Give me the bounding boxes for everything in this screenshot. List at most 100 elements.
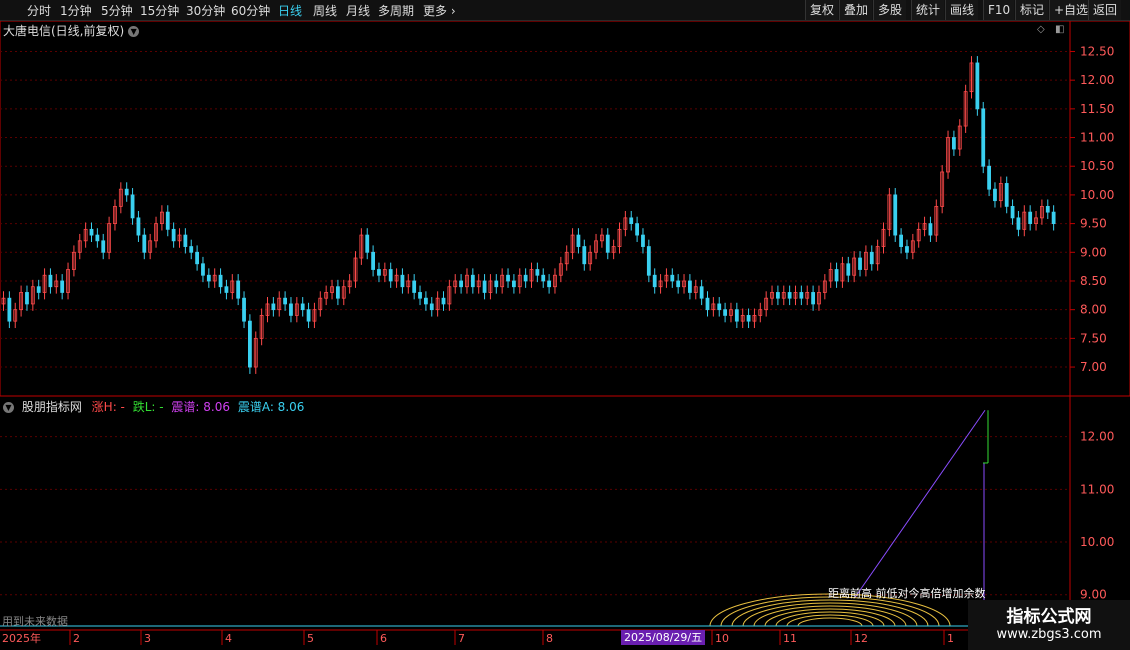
candle-body: [494, 280, 499, 288]
y-tick-label-7: 9.00: [1080, 245, 1107, 259]
candle-body: [335, 286, 340, 299]
watermark: 指标公式网 www.zbgs3.com: [968, 600, 1130, 650]
toolbar-button-0[interactable]: 复权: [805, 0, 839, 20]
x-axis: 2025年 2 3 4 5 6 7 8 10 11 12 1: [0, 625, 1130, 645]
x-month-label-3: 5: [307, 632, 314, 645]
candle-body: [975, 62, 980, 110]
y-tick-label-10: 7.50: [1080, 331, 1107, 345]
cursor-date-badge: 2025/08/29/五: [621, 630, 706, 645]
chevron-down-icon[interactable]: ▼: [128, 26, 140, 37]
chevron-down-icon[interactable]: ▼: [3, 402, 14, 413]
candle-body: [365, 234, 370, 253]
candle-body: [717, 303, 722, 311]
candle-body: [1051, 211, 1056, 225]
period-tab-9[interactable]: 多周期: [378, 2, 414, 19]
candle-body: [7, 297, 12, 322]
x-month-label-0: 2: [73, 632, 80, 645]
candle-body: [535, 269, 540, 276]
candle-body: [60, 280, 65, 293]
kline-chart[interactable]: 12.50 12.00 11.50 11.00 10.50 10.00 9.50 9.00 8.…: [0, 0, 1130, 650]
toolbar-button-6[interactable]: 标记: [1015, 0, 1049, 20]
x-year-label: 2025年: [2, 631, 41, 645]
candle-body: [441, 297, 446, 305]
candle-body: [101, 240, 106, 253]
indicator-grid: [0, 436, 1070, 596]
candle-body: [787, 292, 792, 299]
toolbar-button-2[interactable]: 多股: [873, 0, 907, 20]
candle-body: [605, 234, 610, 253]
period-tab-3[interactable]: 15分钟: [140, 2, 179, 19]
period-tab-5[interactable]: 60分钟: [231, 2, 270, 19]
candle-body: [582, 246, 587, 265]
candle-body: [142, 234, 147, 253]
candle-body: [289, 303, 293, 316]
candle-body: [429, 303, 434, 311]
period-tab-7[interactable]: 周线: [313, 2, 337, 19]
diamond-icon[interactable]: ◇: [1037, 24, 1045, 35]
candle-body: [165, 211, 170, 230]
indicator-zp-value: 震谱: 8.06: [171, 400, 230, 414]
candle-body: [734, 309, 739, 322]
candle-body: [646, 246, 651, 276]
y-tick-label-1: 12.00: [1080, 73, 1114, 87]
panel-toggle-icon[interactable]: ◧: [1055, 24, 1064, 35]
candle-body: [459, 280, 464, 288]
candle-body: [576, 234, 581, 247]
candle-body: [928, 223, 933, 236]
candle-body: [130, 194, 135, 219]
candle-body: [171, 228, 176, 242]
main-chart-title: 大唐电信(日线,前复权) ▼: [3, 22, 140, 39]
y-tick-label-2: 11.50: [1080, 102, 1114, 116]
period-tab-4[interactable]: 30分钟: [186, 2, 225, 19]
candle-body: [283, 297, 288, 305]
y-tick-label-8: 8.50: [1080, 274, 1107, 288]
candle-body: [189, 246, 194, 253]
candle-body: [905, 246, 909, 253]
indicator-y-axis: 12.0011.0010.009.00: [1080, 430, 1114, 602]
candle-body: [377, 269, 381, 276]
candlestick-series: [1, 56, 1056, 374]
arc-7: [786, 614, 874, 627]
candle-body: [124, 188, 129, 196]
candle-body: [670, 274, 675, 282]
period-tab-2[interactable]: 5分钟: [101, 2, 133, 19]
candle-body: [1004, 183, 1009, 207]
arc-6: [775, 611, 885, 627]
candle-body: [746, 315, 751, 322]
candle-body: [699, 286, 704, 299]
period-tab-1[interactable]: 1分钟: [60, 2, 92, 19]
period-tab-8[interactable]: 月线: [346, 2, 370, 19]
candle-body: [236, 280, 241, 299]
y-tick-label-3: 11.00: [1080, 131, 1114, 145]
y-tick-label-0: 12.50: [1080, 44, 1114, 58]
toolbar-button-4[interactable]: 画线: [945, 0, 979, 20]
toolbar-button-8[interactable]: 返回: [1088, 0, 1122, 20]
candle-body: [470, 274, 475, 288]
candle-body: [36, 286, 41, 293]
candle-body: [206, 274, 211, 282]
toolbar-button-3[interactable]: 统计: [911, 0, 945, 20]
candle-body: [1045, 205, 1050, 213]
toolbar-button-5[interactable]: F10: [983, 0, 1015, 20]
toolbar-button-1[interactable]: 叠加: [839, 0, 873, 20]
candle-body: [136, 217, 141, 236]
toolbar-button-7[interactable]: +自选: [1049, 0, 1093, 20]
candle-body: [547, 280, 551, 288]
candle-body: [89, 228, 94, 236]
candle-body: [952, 137, 956, 150]
period-tab-10[interactable]: 更多 ›: [423, 2, 456, 19]
period-tab-0[interactable]: 分时: [27, 2, 51, 19]
period-toolbar: 分时 1分钟 5分钟 15分钟 30分钟 60分钟 日线 周线 月线 多周期 更多 › 复权 叠加 多股统…: [0, 0, 1130, 21]
candle-body: [412, 280, 417, 293]
period-tab-6[interactable]: 日线: [278, 2, 302, 19]
watermark-title: 指标公式网: [1006, 607, 1092, 627]
candle-body: [1016, 217, 1021, 230]
main-y-axis: 12.50 12.00 11.50 11.00 10.50 10.00 9.50 9.00 8.…: [1070, 44, 1114, 374]
candle-body: [48, 274, 53, 288]
candle-body: [300, 303, 305, 311]
candle-body: [652, 274, 657, 288]
candle-body: [846, 263, 851, 276]
candle-body: [271, 303, 276, 311]
candle-body: [224, 286, 229, 293]
indicator-down-value: 跌L: -: [132, 400, 164, 414]
